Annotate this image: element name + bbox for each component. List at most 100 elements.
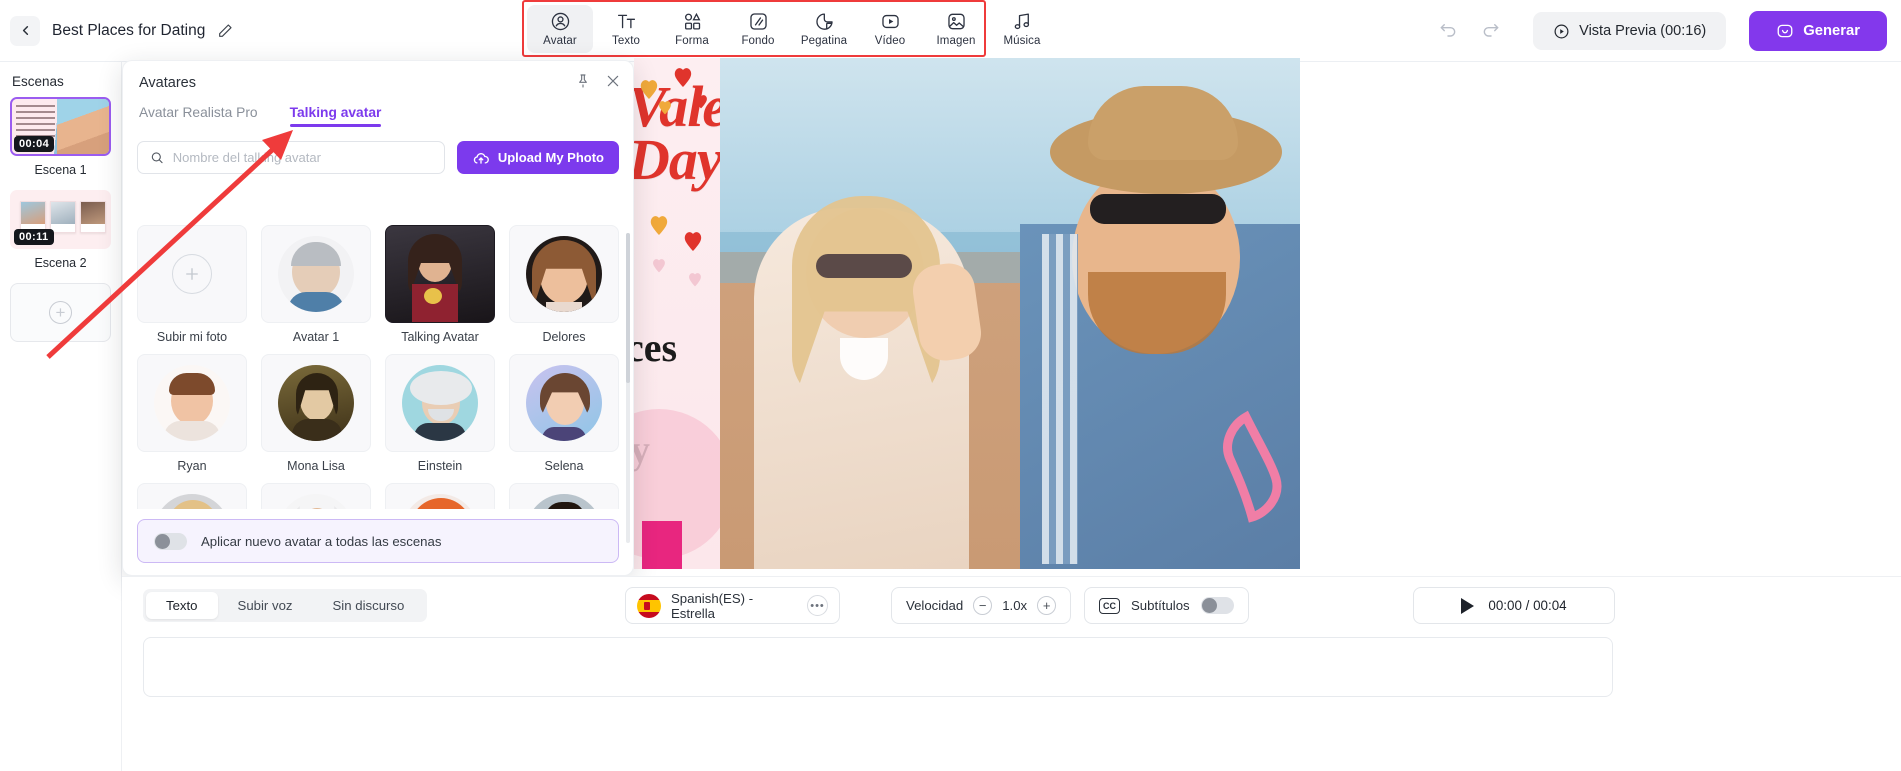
avatar-photo [278,365,354,441]
add-scene-button[interactable]: + [10,283,111,342]
editor-toolbar: Avatar Texto Forma Fondo Pegatina Vídeo … [524,4,1055,53]
avatar-thumb[interactable] [261,225,371,323]
plus-icon: + [49,301,72,324]
search-box[interactable] [137,141,445,174]
panel-search-row: Upload My Photo [123,127,633,174]
avatar-photo [154,365,230,441]
scene-thumbnail-2[interactable]: 00:11 [10,190,111,249]
avatar-item-talking-avatar[interactable]: Talking Avatar [385,225,495,344]
avatar-item-12[interactable] [509,483,619,509]
upload-plus-icon [172,254,212,294]
preview-button[interactable]: Vista Previa (00:16) [1533,12,1727,50]
avatar-photo [154,494,230,509]
background-icon [749,12,767,30]
avatar-thumb[interactable] [385,483,495,509]
upload-my-photo-button[interactable]: Upload My Photo [456,141,619,174]
video-editor-app: Best Places for Dating Avatar Texto Form… [0,0,1901,771]
speech-mode-segmented: Texto Subir voz Sin discurso [143,589,428,622]
avatar-label: Delores [542,330,586,344]
tool-video[interactable]: Vídeo [857,5,923,53]
hearts-decoration-lower-icon [650,216,702,287]
subtitles-label: Subtítulos [1131,598,1190,613]
voice-label: Spanish(ES) - Estrella [671,590,754,621]
canvas-body-line1: ces [634,325,678,370]
voice-selector[interactable]: Spanish(ES) - Estrella ••• [625,587,840,624]
avatar-thumb[interactable] [261,483,371,509]
pin-button[interactable] [575,73,591,89]
avatar-icon [551,12,569,30]
avatar-label: Selena [544,459,584,473]
avatar-photo [526,365,602,441]
tool-imagen[interactable]: Imagen [923,5,989,53]
segment-subir-voz[interactable]: Subir voz [218,592,313,619]
tool-avatar-label: Avatar [543,34,577,47]
generate-label: Generar [1803,23,1860,39]
avatar-item-mona-lisa[interactable]: Mona Lisa [261,354,371,473]
generate-button[interactable]: Generar [1749,11,1887,51]
avatar-thumb[interactable] [137,483,247,509]
avatar-item-9[interactable] [137,483,247,509]
more-dots-icon[interactable]: ••• [807,595,828,616]
avatar-item-subir-mi-foto[interactable]: Subir mi foto [137,225,247,344]
avatar-item-selena[interactable]: Selena [509,354,619,473]
play-icon[interactable] [1461,597,1475,614]
avatar-thumb[interactable] [385,354,495,452]
tool-texto[interactable]: Texto [593,5,659,53]
canvas-preview[interactable]: Valentine's Day ces y [634,58,1300,569]
pink-ribbon-icon [1223,410,1282,523]
apply-all-toggle[interactable] [154,532,187,550]
avatar-photo [402,365,478,441]
tool-avatar[interactable]: Avatar [527,4,593,53]
close-icon [607,75,619,87]
avatar-thumb[interactable] [137,225,247,323]
search-input[interactable] [172,150,432,165]
avatar-thumb[interactable] [509,354,619,452]
speed-control: Velocidad − 1.0x + [891,587,1072,624]
avatar-grid: Subir mi foto Avatar 1 Talking Avatar De… [137,225,619,509]
video-icon [881,14,899,28]
back-button[interactable] [10,15,40,46]
pencil-icon[interactable] [217,23,233,39]
avatar-thumb[interactable] [509,483,619,509]
bottom-toolbar: Texto Subir voz Sin discurso Spanish(ES)… [122,576,1901,771]
music-icon [1014,12,1029,29]
speed-decrease-button[interactable]: − [973,596,993,615]
undo-icon [1440,24,1456,37]
avatar-item-avatar-1[interactable]: Avatar 1 [261,225,371,344]
tool-pegatina[interactable]: Pegatina [791,5,857,53]
panel-scrollbar[interactable] [626,233,630,543]
speed-increase-button[interactable]: + [1037,596,1057,615]
avatar-thumb[interactable] [137,354,247,452]
undo-button[interactable] [1433,16,1463,46]
sparkle-smile-icon [1777,24,1793,38]
avatar-label: Ryan [177,459,207,473]
tool-musica[interactable]: Música [989,5,1055,53]
avatar-thumb[interactable] [261,354,371,452]
close-button[interactable] [605,73,621,89]
avatar-item-ryan[interactable]: Ryan [137,354,247,473]
scenes-sidebar: Escenas 00:04 Escena 1 00:11 Escena 2 + [0,62,122,771]
playback-control[interactable]: 00:00 / 00:04 [1413,587,1615,624]
tab-avatar-realista-pro[interactable]: Avatar Realista Pro [139,105,258,127]
scene-thumbnail-1[interactable]: 00:04 [10,97,111,156]
tab-talking-avatar[interactable]: Talking avatar [289,105,381,127]
segment-texto[interactable]: Texto [146,592,218,619]
speed-value: 1.0x [1002,598,1028,613]
avatar-item-11[interactable] [385,483,495,509]
cloud-upload-icon [473,152,489,164]
avatar-grid-scroll[interactable]: Subir mi foto Avatar 1 Talking Avatar De… [123,225,633,509]
script-textarea[interactable] [143,637,1613,697]
avatar-thumb[interactable] [509,225,619,323]
segment-sin-discurso[interactable]: Sin discurso [313,592,425,619]
avatar-photo [278,494,354,509]
redo-button[interactable] [1476,16,1506,46]
subtitles-toggle[interactable] [1200,597,1234,614]
avatar-label: Mona Lisa [287,459,345,473]
avatar-thumb[interactable] [385,225,495,323]
avatar-item-10[interactable] [261,483,371,509]
avatar-item-einstein[interactable]: Einstein [385,354,495,473]
avatar-item-delores[interactable]: Delores [509,225,619,344]
tool-fondo[interactable]: Fondo [725,5,791,53]
tool-forma[interactable]: Forma [659,5,725,53]
scene-label-1: Escena 1 [34,163,87,177]
